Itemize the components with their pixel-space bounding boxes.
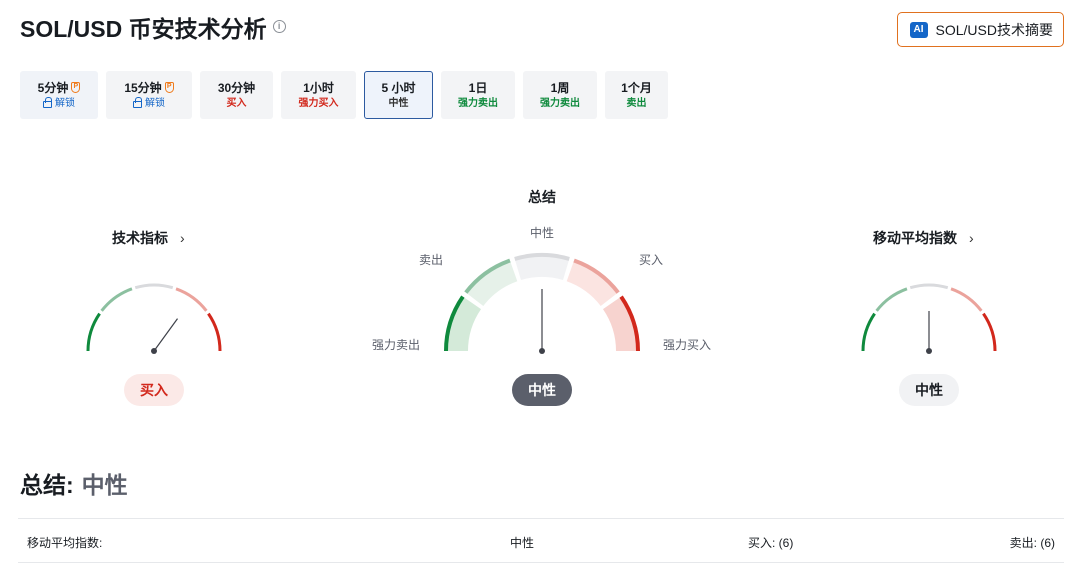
tab-30min[interactable]: 30分钟 买入 [200, 71, 273, 119]
gauge-arc-buy [950, 287, 983, 312]
timeframe-tabs: 5分钟 P 解锁 15分钟 P 解锁 30分钟 买入 1小时 强力买入 5 小时 中… [20, 71, 668, 119]
tab-5min[interactable]: 5分钟 P 解锁 [20, 71, 98, 119]
tab-1week[interactable]: 1周 强力卖出 [523, 71, 597, 119]
table-row [18, 562, 1064, 578]
tab-1month[interactable]: 1个月 卖出 [605, 71, 668, 119]
tab-sub: 买入 [226, 97, 247, 109]
gauge-arc-strong-sell [86, 312, 101, 352]
technical-indicators-link[interactable]: 技术指标 › [112, 228, 185, 248]
tab-label: 1小时 [303, 80, 334, 95]
row-buy-count: 买入: (6) [748, 536, 794, 550]
gauge-needle-hub [539, 348, 545, 354]
gauge-label-strong-sell: 强力卖出 [372, 338, 421, 352]
gauge-arc-strong-buy [982, 312, 997, 352]
chevron-right-icon: › [969, 230, 974, 246]
gauge-arc-strong-buy [207, 312, 222, 352]
header: SOL/USD 币安技术分析 i AI SOL/USD技术摘要 [20, 12, 1064, 48]
gauge-arc-buy [175, 287, 208, 312]
tab-sub: 中性 [388, 97, 409, 109]
gauge-arc-neutral [909, 283, 949, 290]
gauge-arc-sell [875, 287, 908, 312]
tab-sub: 卖出 [626, 97, 647, 109]
gauge-needle-hub [926, 348, 932, 354]
gauge-label-neutral: 中性 [530, 226, 555, 240]
summary-heading-label: 总结: [20, 472, 74, 498]
moving-averages-link[interactable]: 移动平均指数 › [873, 228, 974, 248]
summary-table: 移动平均指数: 中性 买入: (6) 卖出: (6) [18, 518, 1064, 578]
tab-sub: 解锁 [145, 97, 165, 109]
tab-sub: 强力卖出 [540, 97, 580, 109]
gauge-label-strong-buy: 强力买入 [663, 338, 712, 352]
row-status: 中性 [510, 536, 535, 550]
lock-icon [43, 97, 52, 108]
tab-label: 30分钟 [217, 80, 256, 95]
gauge-needle-hub [151, 348, 157, 354]
gauge-title: 技术指标 [112, 230, 168, 246]
tab-sub: 强力买入 [298, 97, 339, 109]
page-title: SOL/USD 币安技术分析 i [20, 14, 286, 44]
tab-label: 1个月 [621, 80, 652, 95]
summary-result: 中性 [512, 374, 572, 406]
info-icon[interactable]: i [272, 20, 286, 33]
tab-1day[interactable]: 1日 强力卖出 [441, 71, 515, 119]
tab-label: 15分钟 [124, 80, 162, 95]
summary-gauge-title: 总结 [528, 189, 556, 205]
tab-1hour[interactable]: 1小时 强力买入 [281, 71, 356, 119]
moving-averages-result: 中性 [899, 374, 959, 406]
summary-heading-value: 中性 [81, 472, 128, 498]
moving-averages-gauge [861, 283, 997, 354]
gauge-arc-neutral [134, 283, 174, 290]
technical-indicators-gauge [86, 283, 222, 354]
gauge-arc-sell [100, 287, 133, 312]
ai-summary-button[interactable]: AI SOL/USD技术摘要 [896, 12, 1064, 47]
gauge-arc-strong-sell [861, 312, 876, 352]
lock-icon [133, 97, 142, 108]
technical-indicators-result: 买入 [124, 374, 184, 406]
row-name: 移动平均指数: [27, 536, 103, 550]
summary-heading: 总结: 中性 [20, 470, 128, 500]
ai-icon: AI [909, 21, 928, 38]
gauge-needle [153, 318, 178, 352]
pro-icon: P [164, 82, 174, 93]
ai-summary-label: SOL/USD技术摘要 [935, 21, 1053, 38]
tab-5hour[interactable]: 5 小时 中性 [364, 71, 433, 119]
tab-label: 1周 [550, 80, 570, 95]
tab-sub: 强力卖出 [458, 97, 498, 109]
tab-label: 5分钟 [37, 80, 69, 95]
tab-label: 5 小时 [381, 80, 416, 95]
row-sell-count: 卖出: (6) [1009, 536, 1055, 550]
table-row: 移动平均指数: 中性 买入: (6) 卖出: (6) [18, 518, 1064, 562]
chevron-right-icon: › [180, 230, 185, 246]
gauge-title: 移动平均指数 [873, 230, 957, 246]
pro-icon: P [71, 82, 81, 93]
tab-15min[interactable]: 15分钟 P 解锁 [106, 71, 192, 119]
summary-gauge [444, 253, 640, 354]
tab-sub: 解锁 [55, 97, 75, 109]
page-title-text: SOL/USD 币安技术分析 [20, 16, 267, 42]
tab-label: 1日 [468, 80, 488, 95]
